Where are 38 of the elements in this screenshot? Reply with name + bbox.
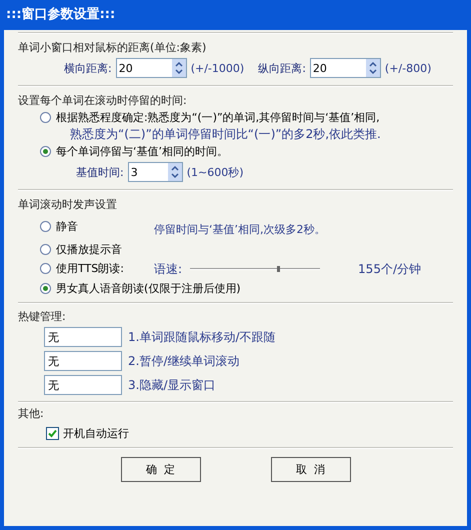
radio-label: 男女真人语音朗读(仅限于注册后使用): [56, 282, 241, 296]
checkbox[interactable]: [46, 426, 59, 440]
hotkey-field[interactable]: 无: [44, 351, 122, 372]
sound-note: 停留时间与‘基值’相同,次级多2秒。: [154, 222, 326, 237]
hotkey-field[interactable]: 无: [44, 327, 122, 348]
radio-label: 根据熟悉程度确定:熟悉度为“(一)”的单词,其停留时间与‘基值’相同,: [56, 111, 380, 125]
hotkey-field[interactable]: 无: [44, 375, 122, 396]
section-heading: 单词滚动时发声设置: [18, 198, 118, 212]
radio-button[interactable]: [40, 221, 51, 232]
radio-button[interactable]: [40, 283, 51, 294]
range-hint: (+/-800): [384, 62, 432, 75]
rate-reading: 155个/分钟: [358, 262, 421, 276]
radio-button[interactable]: [40, 244, 51, 255]
field-label: 纵向距离:: [258, 62, 306, 75]
radio-label: 使用TTS朗读:: [56, 262, 124, 276]
hotkey-label: 1.单词跟随鼠标移动/不跟随: [128, 330, 276, 345]
section-heading: 热键管理:: [18, 310, 67, 324]
range-hint: (1~600秒): [186, 166, 244, 179]
hotkey-label: 3.隐藏/显示窗口: [128, 378, 216, 393]
field-label: 横向距离:: [64, 62, 112, 75]
range-hint: (+/-1000): [190, 62, 244, 75]
section-heading: 单词小窗口相对鼠标的距离(单位:象素): [18, 41, 208, 54]
cancel-button[interactable]: 取 消: [270, 456, 350, 482]
field-label: 基值时间:: [76, 166, 124, 179]
option-note: 熟悉度为“(二)”的单词停留时间比“(一)”的多2秒,依此类推.: [69, 126, 382, 141]
section-heading: 其他:: [18, 407, 45, 421]
radio-label: 静音: [56, 220, 78, 234]
checkbox-label: 开机自动运行: [63, 426, 129, 440]
hotkey-label: 2.暂停/继续单词滚动: [128, 354, 240, 369]
radio-button[interactable]: [40, 112, 51, 124]
section-heading: 设置每个单词在滚动时停留的时间:: [18, 94, 188, 108]
radio-button[interactable]: [40, 146, 51, 158]
radio-label: 仅播放提示音: [56, 242, 122, 256]
radio-button[interactable]: [40, 263, 51, 274]
radio-label: 每个单词停留与‘基值’相同的时间。: [56, 144, 228, 158]
window-title: :::窗口参数设置:::: [5, 6, 116, 24]
ok-button[interactable]: 确 定: [120, 456, 200, 482]
rate-label: 语速:: [154, 262, 182, 276]
